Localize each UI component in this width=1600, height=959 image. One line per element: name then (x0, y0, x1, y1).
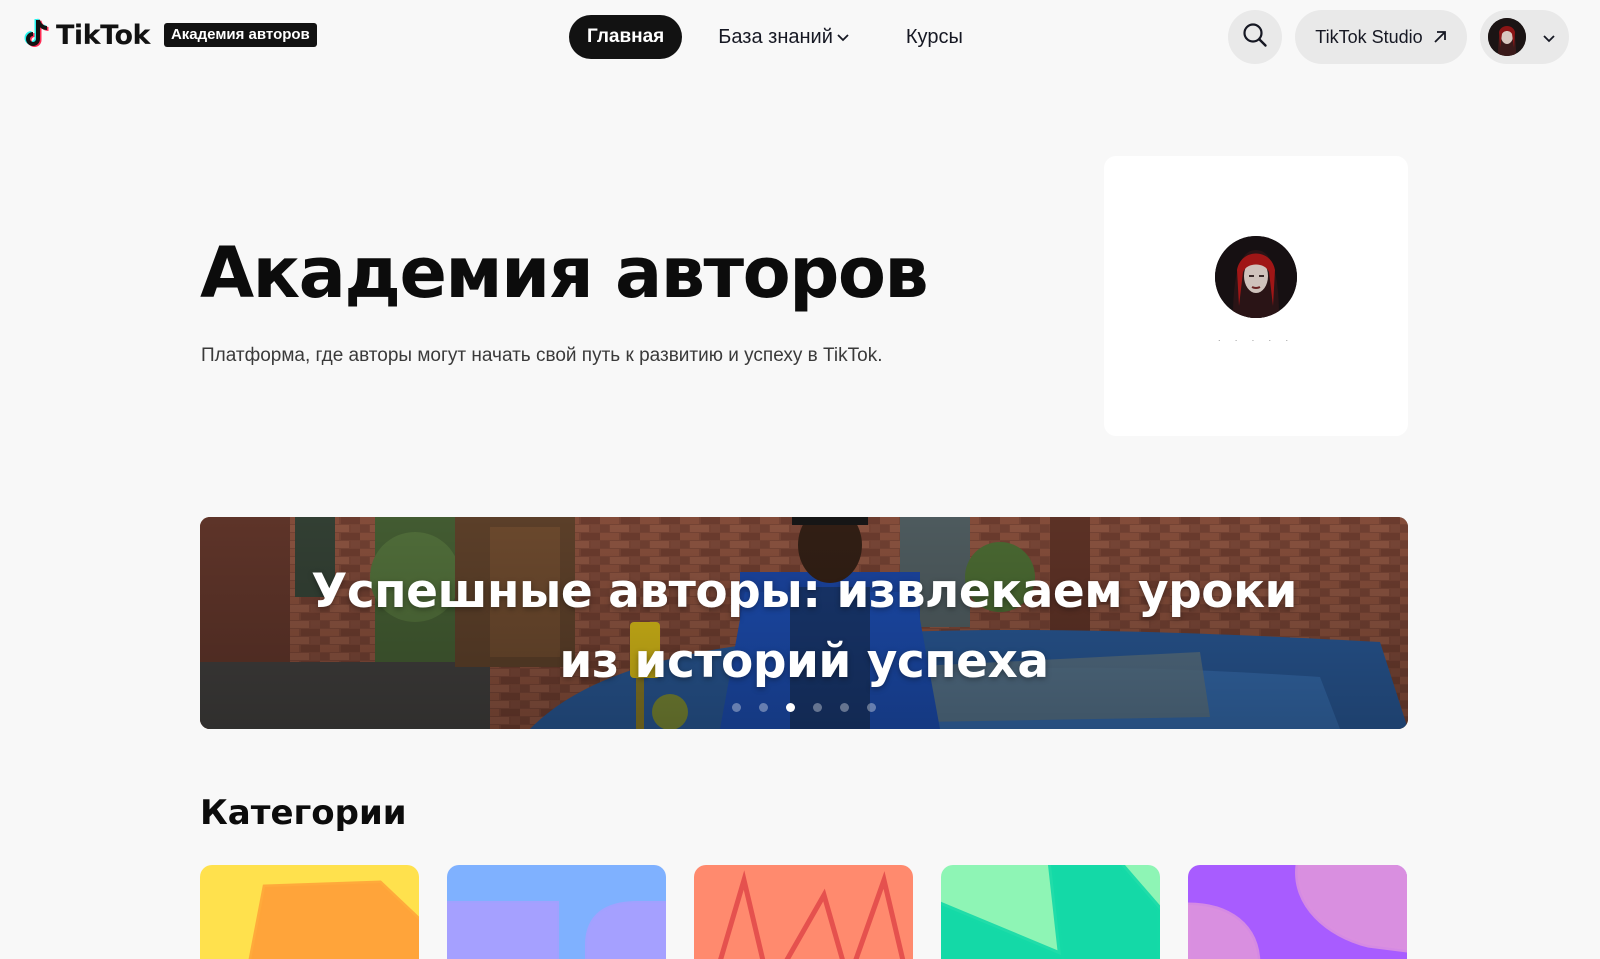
page-subtitle: Платформа, где авторы могут начать свой … (201, 345, 883, 366)
category-artwork (1188, 865, 1407, 959)
carousel-dot[interactable] (867, 703, 876, 712)
category-artwork (941, 865, 1160, 959)
profile-card[interactable]: · · · · · (1104, 156, 1408, 436)
arrow-up-right-icon (1434, 31, 1446, 43)
top-navigation-bar: TikTok Академия авторов Главная База зна… (0, 0, 1600, 74)
categories-heading: Категории (200, 793, 407, 833)
carousel-dot[interactable] (732, 703, 741, 712)
category-artwork (200, 865, 419, 959)
category-artwork (447, 865, 666, 959)
banner-title-line-1: Успешные авторы: извлекаем уроки (311, 564, 1297, 619)
banner-title: Успешные авторы: извлекаем уроки из исто… (200, 557, 1408, 697)
carousel-dot[interactable] (813, 703, 822, 712)
profile-name: · · · · · (1217, 336, 1295, 345)
nav-knowledge-base[interactable]: База знаний (718, 15, 850, 59)
tiktok-studio-link[interactable]: TikTok Studio (1295, 10, 1467, 64)
chevron-down-icon (836, 26, 850, 49)
account-menu-button[interactable] (1480, 10, 1569, 64)
search-icon (1242, 22, 1268, 53)
tiktok-studio-label: TikTok Studio (1315, 26, 1423, 47)
promo-carousel[interactable]: Успешные авторы: извлекаем уроки из исто… (200, 517, 1408, 729)
banner-title-line-2: из историй успеха (559, 634, 1049, 689)
carousel-dots (732, 703, 894, 712)
category-card[interactable] (941, 865, 1160, 959)
category-artwork (694, 865, 913, 959)
main-nav: Главная База знаний Курсы (569, 15, 963, 59)
tiktok-note-icon (24, 18, 54, 52)
carousel-dot[interactable] (759, 703, 768, 712)
search-button[interactable] (1228, 10, 1282, 64)
nav-courses[interactable]: Курсы (906, 15, 963, 59)
category-card[interactable] (1188, 865, 1407, 959)
page-title: Академия авторов (200, 232, 929, 314)
category-card[interactable] (200, 865, 419, 959)
profile-avatar (1215, 236, 1297, 318)
chevron-down-icon (1542, 31, 1556, 49)
category-card[interactable] (694, 865, 913, 959)
tiktok-logo[interactable]: TikTok Академия авторов (24, 18, 317, 52)
logo-wordmark: TikTok (56, 19, 150, 51)
academy-badge: Академия авторов (163, 23, 317, 47)
avatar (1488, 18, 1526, 56)
nav-home[interactable]: Главная (569, 15, 683, 59)
carousel-dot[interactable] (840, 703, 849, 712)
carousel-dot[interactable] (786, 703, 795, 712)
category-card[interactable] (447, 865, 666, 959)
nav-knowledge-base-label: База знаний (718, 25, 833, 48)
